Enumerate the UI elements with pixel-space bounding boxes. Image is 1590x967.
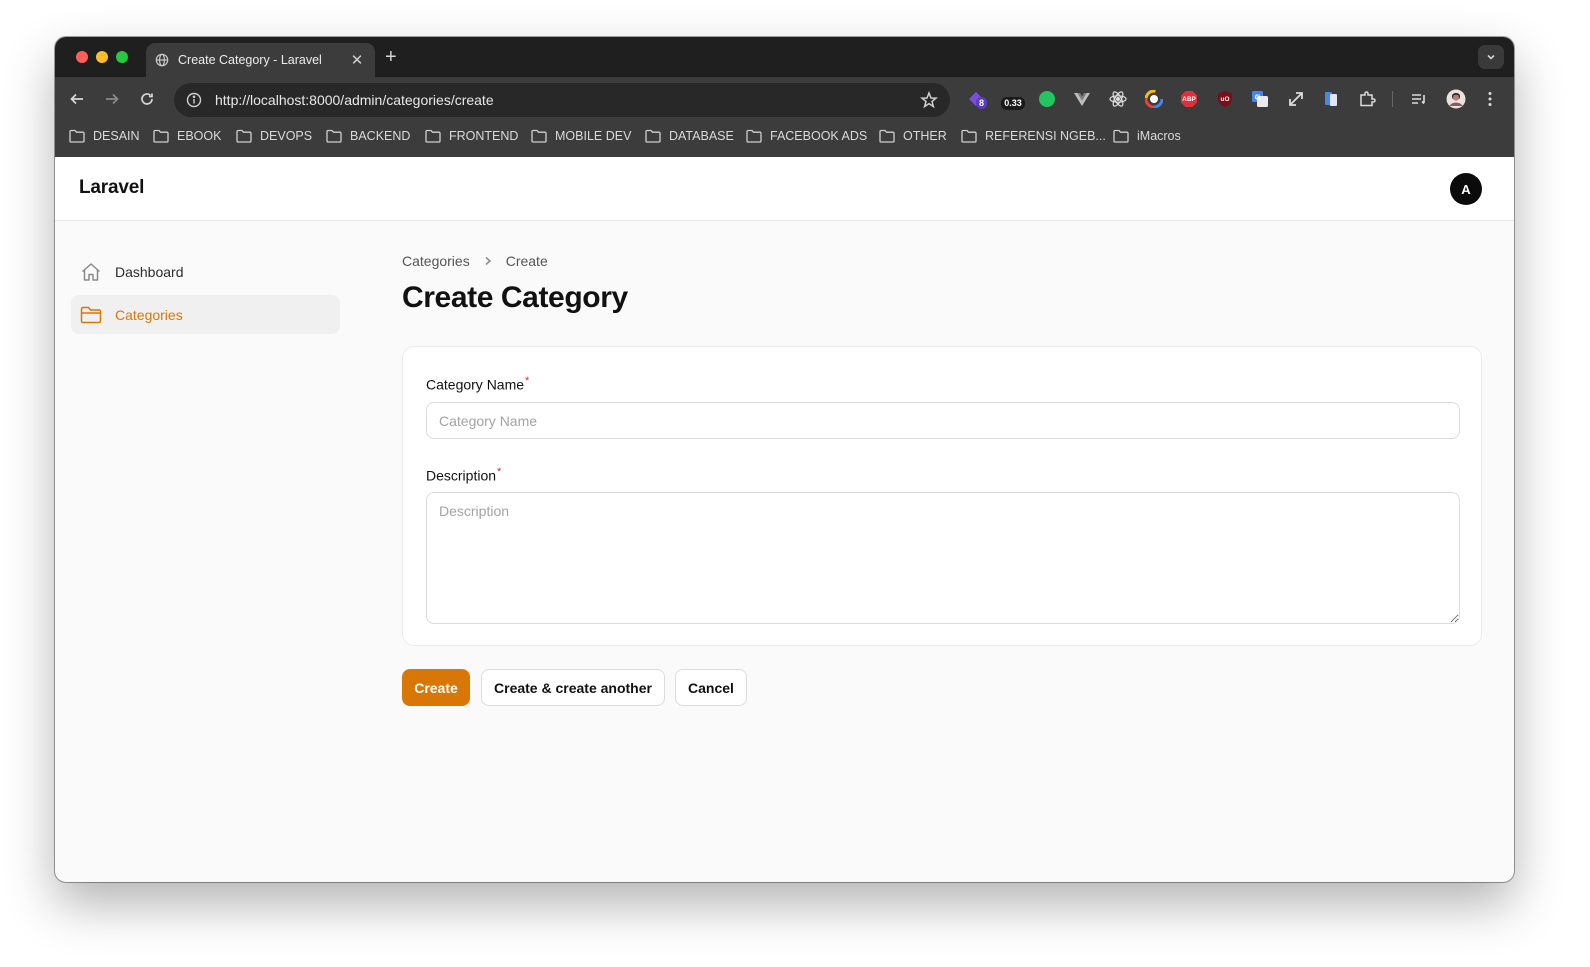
minimize-window-button[interactable] xyxy=(96,51,108,63)
bookmark-folder[interactable]: BACKEND xyxy=(326,129,410,143)
page-title: Create Category xyxy=(402,281,628,314)
brand-logo[interactable]: Laravel xyxy=(79,177,144,199)
bookmark-folder[interactable]: DEVOPS xyxy=(236,129,312,143)
maximize-window-button[interactable] xyxy=(116,51,128,63)
back-icon[interactable] xyxy=(67,89,87,109)
extension-badge-count: 8 xyxy=(976,97,988,109)
folder-icon xyxy=(531,129,547,143)
sidebar-item-dashboard[interactable]: Dashboard xyxy=(71,252,340,291)
user-avatar[interactable]: A xyxy=(1450,173,1482,205)
color-picker-extension-icon[interactable] xyxy=(1145,90,1163,108)
tab-title: Create Category - Laravel xyxy=(178,53,322,67)
breadcrumb-link-categories[interactable]: Categories xyxy=(402,253,470,269)
bookmark-folder[interactable]: MOBILE DEV xyxy=(531,129,631,143)
create-button[interactable]: Create xyxy=(402,669,470,706)
folder-icon xyxy=(236,129,252,143)
breadcrumb-current: Create xyxy=(505,253,548,269)
folder-icon xyxy=(153,129,169,143)
chevron-right-icon xyxy=(483,256,493,266)
reload-icon[interactable] xyxy=(137,89,157,109)
required-marker: * xyxy=(497,466,502,478)
folder-icon xyxy=(879,129,895,143)
adblock-plus-icon[interactable]: ABP xyxy=(1180,90,1198,108)
browser-tab[interactable]: Create Category - Laravel ✕ xyxy=(146,43,375,77)
vue-devtools-icon[interactable] xyxy=(1073,90,1091,108)
form-card: Category Name* Description* xyxy=(402,346,1482,646)
folder-icon xyxy=(1113,129,1129,143)
bookmark-folder[interactable]: FACEBOOK ADS xyxy=(746,129,867,143)
bookmark-folder[interactable]: iMacros xyxy=(1113,129,1181,143)
folder-icon xyxy=(425,129,441,143)
sidebar-item-categories[interactable]: Categories xyxy=(71,295,340,334)
app-header: Laravel A xyxy=(55,157,1514,221)
folder-icon xyxy=(961,129,977,143)
bookmark-folder[interactable]: FRONTEND xyxy=(425,129,518,143)
bookmark-folder[interactable]: EBOOK xyxy=(153,129,221,143)
document-extension-icon[interactable] xyxy=(1322,90,1340,108)
reading-list-icon[interactable] xyxy=(1410,90,1428,108)
forward-icon[interactable] xyxy=(102,89,122,109)
react-devtools-icon[interactable] xyxy=(1109,90,1127,108)
extension-badge-icon[interactable]: 8 xyxy=(967,90,988,109)
new-tab-button[interactable]: + xyxy=(385,46,397,68)
browser-toolbar: http://localhost:8000/admin/categories/c… xyxy=(55,77,1514,121)
speed-value: 0.33 xyxy=(1001,96,1025,110)
required-marker: * xyxy=(525,375,530,387)
resize-window-icon[interactable] xyxy=(1287,90,1305,108)
tab-strip: Create Category - Laravel ✕ + xyxy=(55,37,1514,77)
puzzle-extensions-icon[interactable] xyxy=(1358,90,1376,108)
ublock-label: uO xyxy=(1220,95,1230,103)
svg-text:G: G xyxy=(1255,94,1261,102)
google-translate-icon[interactable]: G xyxy=(1251,90,1269,108)
breadcrumb: Categories Create xyxy=(402,253,548,269)
bookmark-folder[interactable]: OTHER xyxy=(879,129,947,143)
browser-window: Create Category - Laravel ✕ + http://loc… xyxy=(55,37,1514,882)
folder-icon xyxy=(746,129,762,143)
folder-icon xyxy=(80,304,102,326)
description-label: Description* xyxy=(426,466,502,484)
globe-icon xyxy=(155,53,169,67)
folder-icon xyxy=(326,129,342,143)
create-another-button[interactable]: Create & create another xyxy=(481,669,665,706)
ublock-origin-icon[interactable]: uO xyxy=(1216,90,1234,108)
speed-extension-icon[interactable]: 0.33 xyxy=(1000,90,1026,110)
close-window-button[interactable] xyxy=(76,51,88,63)
folder-icon xyxy=(645,129,661,143)
url-text[interactable]: http://localhost:8000/admin/categories/c… xyxy=(215,92,920,108)
address-bar[interactable]: http://localhost:8000/admin/categories/c… xyxy=(174,83,950,117)
adblock-label: ABP xyxy=(1182,95,1196,103)
bookmark-folder[interactable]: REFERENSI NGEB... xyxy=(961,129,1106,143)
profile-avatar-icon[interactable] xyxy=(1446,89,1466,109)
bookmark-star-icon[interactable] xyxy=(920,91,938,109)
folder-icon xyxy=(69,129,85,143)
category-name-input[interactable] xyxy=(426,402,1460,439)
description-textarea[interactable] xyxy=(426,492,1460,624)
category-name-label: Category Name* xyxy=(426,375,530,393)
sidebar-item-label: Categories xyxy=(115,306,183,323)
browser-menu-icon[interactable] xyxy=(1481,90,1499,108)
site-info-icon[interactable] xyxy=(186,92,202,108)
bookmark-folder[interactable]: DATABASE xyxy=(645,129,734,143)
bookmarks-bar: DESAIN EBOOK DEVOPS BACKEND FRONTEND MOB… xyxy=(55,121,1514,157)
sidebar-item-label: Dashboard xyxy=(115,263,184,280)
home-icon xyxy=(80,261,102,283)
tab-search-button[interactable] xyxy=(1478,45,1504,69)
green-dot-extension-icon[interactable] xyxy=(1038,90,1056,108)
cancel-button[interactable]: Cancel xyxy=(675,669,747,706)
tab-close-icon[interactable]: ✕ xyxy=(349,51,365,69)
bookmark-folder[interactable]: DESAIN xyxy=(69,129,140,143)
toolbar-divider xyxy=(1392,91,1393,107)
